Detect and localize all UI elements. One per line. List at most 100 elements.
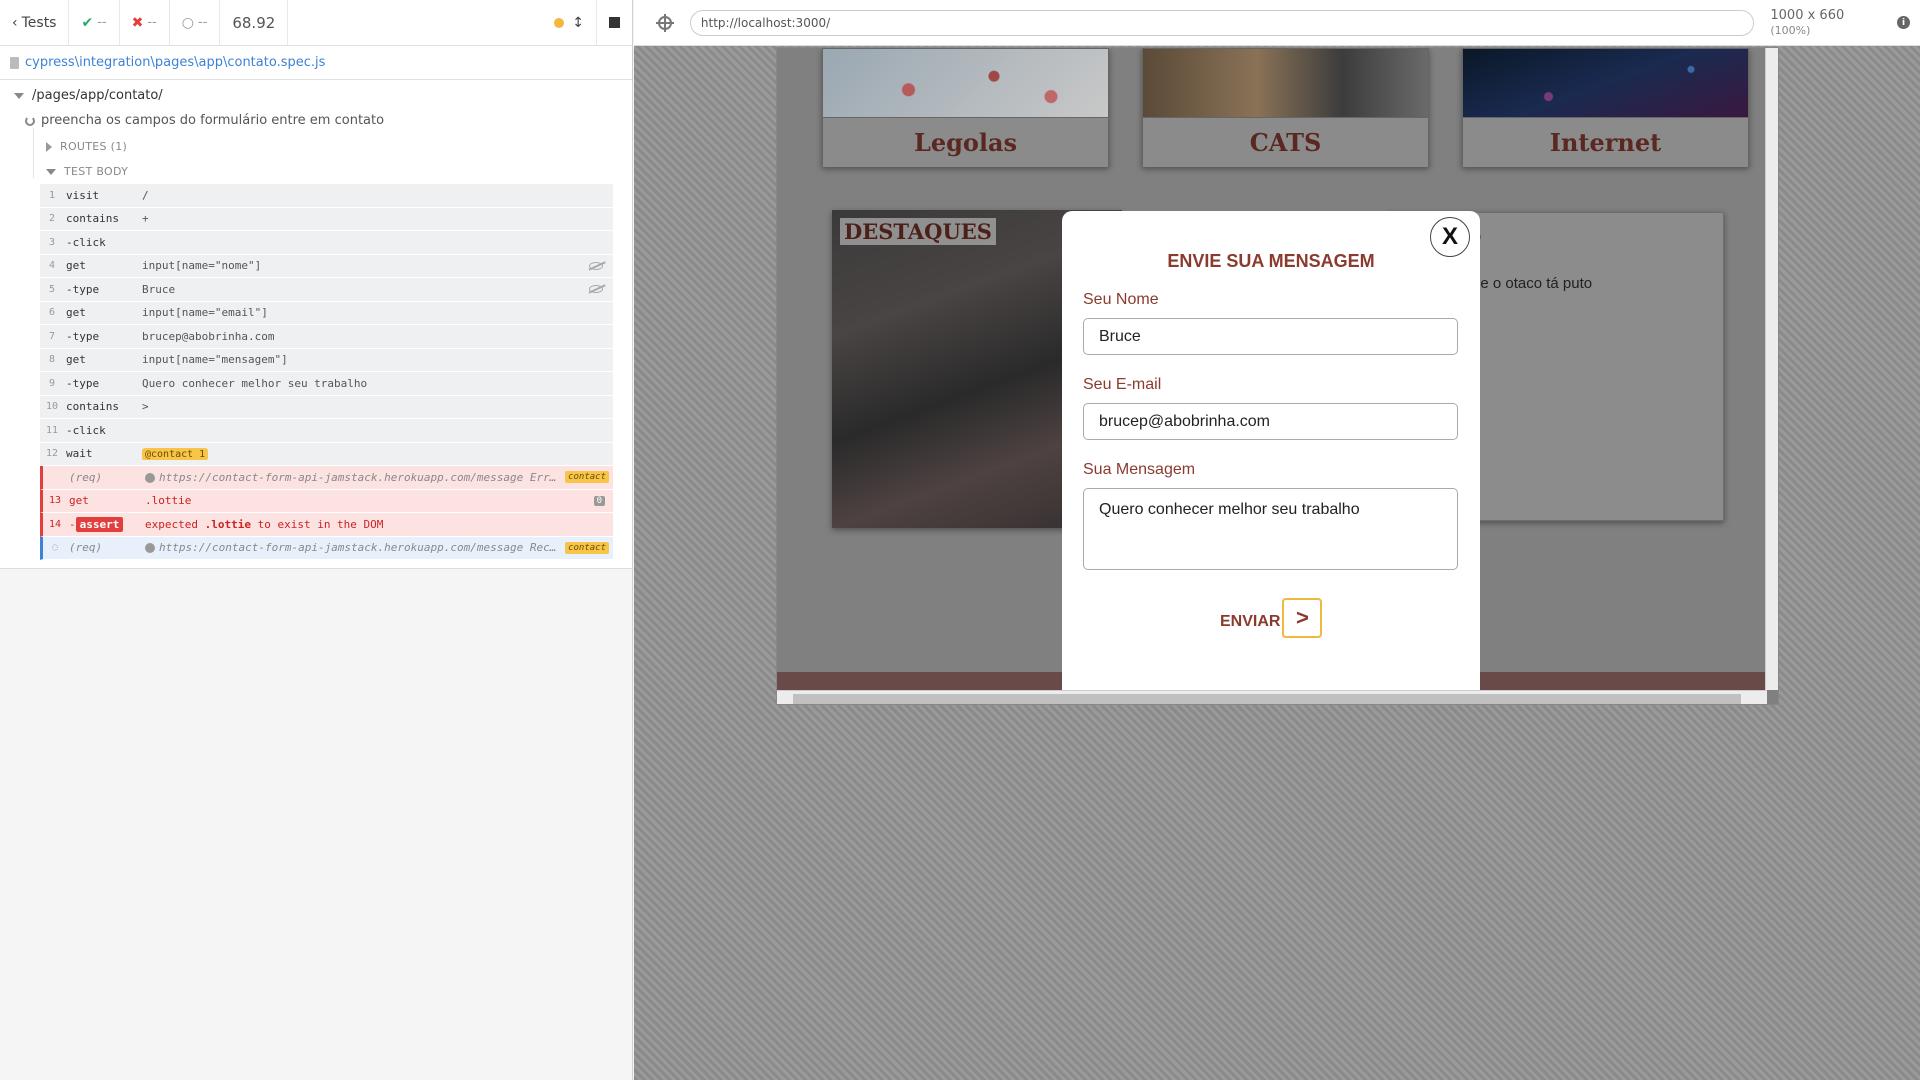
info-icon[interactable]: i (1897, 16, 1910, 29)
cypress-reporter: ‹ Tests ✔ -- ✖ -- ○ -- 68.92 ↕ cypress\i… (0, 0, 633, 1080)
command-msg: https://contact-form-api-jamstack.heroku… (145, 541, 613, 554)
command-name: get (66, 353, 86, 367)
card-internet[interactable]: Internet (1462, 48, 1749, 167)
command-msg: expected .lottie to exist in the DOM (145, 518, 613, 531)
send-label: ENVIAR (1220, 613, 1281, 630)
card-image (823, 49, 1108, 117)
command-num: 11 (45, 424, 59, 436)
command-num: 13 (48, 495, 62, 507)
aut-header: http://localhost:3000/ 1000 x 660 (100%)… (634, 0, 1920, 46)
tests-label: Tests (21, 14, 57, 31)
command-name: contains (66, 400, 119, 414)
command-row[interactable]: 5 -type Bruce (40, 278, 613, 302)
card-title: Legolas (823, 117, 1108, 167)
status-dot-icon (145, 543, 155, 554)
send-button[interactable]: ENVIAR > (1220, 598, 1323, 638)
command-row[interactable]: 3 -click (40, 231, 613, 255)
stop-button[interactable] (596, 0, 632, 46)
command-row[interactable]: 8 get input[name="mensagem"] (40, 348, 613, 372)
name-label: Seu Nome (1083, 291, 1159, 308)
command-row[interactable]: 12 wait @contact 1 (40, 442, 613, 466)
command-row[interactable]: 6 get input[name="email"] (40, 301, 613, 325)
autoscroll-toggle[interactable]: ↕ (542, 0, 596, 46)
request-row[interactable]: (req) https://contact-form-api-jamstack.h… (40, 466, 613, 490)
command-num: 10 (45, 401, 59, 413)
spec-path-bar[interactable]: cypress\integration\pages\app\contato.sp… (0, 46, 632, 80)
pending-count: ○ -- (170, 0, 221, 46)
app-iframe: Legolas CATS Internet DESTAQUES o ue o o… (776, 47, 1779, 705)
command-msg: https://contact-form-api-jamstack.heroku… (145, 471, 613, 484)
command-num: 4 (48, 260, 56, 272)
command-num: 2 (48, 213, 56, 225)
command-name: get (66, 306, 86, 320)
command-msg: .lottie (145, 494, 192, 508)
command-msg: input[name="email"] (142, 306, 268, 320)
command-msg: > (142, 400, 149, 414)
command-name: -type (66, 329, 100, 343)
command-num: 3 (48, 236, 56, 248)
alias-badge: contact (565, 541, 609, 554)
spec-path[interactable]: cypress\integration\pages\app\contato.sp… (25, 55, 325, 70)
test-label: preencha os campos do formulário entre e… (41, 113, 385, 128)
command-log: 1 visit / 2 contains + 3 -click 4 get input[na… (40, 184, 613, 560)
card-image (1463, 49, 1748, 117)
url-bar[interactable]: http://localhost:3000/ (689, 9, 1755, 36)
command-row[interactable]: 4 get input[name="nome"] (40, 254, 613, 278)
horizontal-scrollbar[interactable] (777, 690, 1767, 704)
command-num: 1 (48, 189, 56, 201)
command-name: contains (66, 212, 119, 226)
command-row[interactable]: 14 - assert expected .lottie to exist in t… (40, 513, 613, 537)
assert-text: expected (145, 517, 205, 531)
back-to-tests-button[interactable]: ‹ Tests (0, 0, 70, 46)
failed-count: ✖ -- (120, 0, 170, 46)
command-msg: / (142, 188, 149, 202)
status-dot-icon (145, 472, 155, 483)
scrollbar-thumb[interactable] (793, 694, 1741, 704)
command-msg: Bruce (142, 282, 176, 296)
status-dot-icon (554, 17, 565, 28)
viewport-dims: 1000 x 660 (1770, 7, 1845, 23)
name-field[interactable]: Bruce (1083, 318, 1458, 355)
destaques-title: DESTAQUES (840, 218, 996, 245)
message-label: Sua Mensagem (1083, 461, 1196, 478)
command-row[interactable]: 1 visit / (40, 184, 613, 208)
command-name: get (69, 494, 89, 508)
message-field[interactable]: Quero conhecer melhor seu trabalho (1083, 488, 1458, 570)
command-msg: input[name="mensagem"] (142, 353, 288, 367)
alias-badge: contact (565, 471, 609, 484)
duration: 68.92 (220, 0, 289, 46)
assert-badge: assert (75, 516, 124, 532)
command-row[interactable]: 7 -type brucep@abobrinha.com (40, 325, 613, 349)
request-row[interactable]: ◌ (req) https://contact-form-api-jamstack.… (40, 536, 613, 560)
command-row[interactable]: 9 -type Quero conhecer melhor seu trabalh… (40, 372, 613, 396)
contact-modal: X ENVIE SUA MENSAGEM Seu Nome Bruce Seu … (1062, 211, 1480, 704)
command-msg: @contact 1 (142, 447, 613, 461)
circle-icon: ○ (181, 14, 194, 31)
reporter-header: ‹ Tests ✔ -- ✖ -- ○ -- 68.92 ↕ (0, 0, 632, 46)
test-body-label: TEST BODY (64, 165, 129, 178)
routes-toggle[interactable]: ROUTES (1) (34, 128, 632, 153)
command-row[interactable]: 2 contains + (40, 207, 613, 231)
vertical-scrollbar[interactable] (1765, 48, 1778, 690)
command-msg: brucep@abobrinha.com (142, 329, 275, 343)
request-url: https://contact-form-api-jamstack.heroku… (159, 470, 557, 484)
command-num: 5 (48, 283, 56, 295)
test-title[interactable]: preencha os campos do formulário entre e… (0, 103, 632, 128)
caret-right-icon (46, 141, 52, 152)
request-url: https://contact-form-api-jamstack.heroku… (159, 541, 557, 555)
card-legolas[interactable]: Legolas (822, 48, 1109, 167)
command-row[interactable]: 13 get .lottie 0 (40, 489, 613, 513)
arrow-right-icon[interactable]: > (1282, 598, 1323, 638)
selector-playground-icon[interactable] (656, 13, 674, 32)
viewport-size: 1000 x 660 (100%) (1770, 8, 1887, 38)
failed-value: -- (147, 15, 157, 30)
command-row[interactable]: 11 -click (40, 419, 613, 443)
email-label: Seu E-mail (1083, 376, 1162, 393)
card-cats[interactable]: CATS (1142, 48, 1429, 167)
test-body-toggle[interactable]: TEST BODY (34, 153, 632, 178)
email-field[interactable]: brucep@abobrinha.com (1083, 403, 1458, 440)
alias-badge: @contact 1 (142, 448, 209, 461)
command-row[interactable]: 10 contains > (40, 395, 613, 419)
eye-slash-icon (589, 261, 603, 270)
suite-title[interactable]: /pages/app/contato/ (0, 80, 632, 103)
